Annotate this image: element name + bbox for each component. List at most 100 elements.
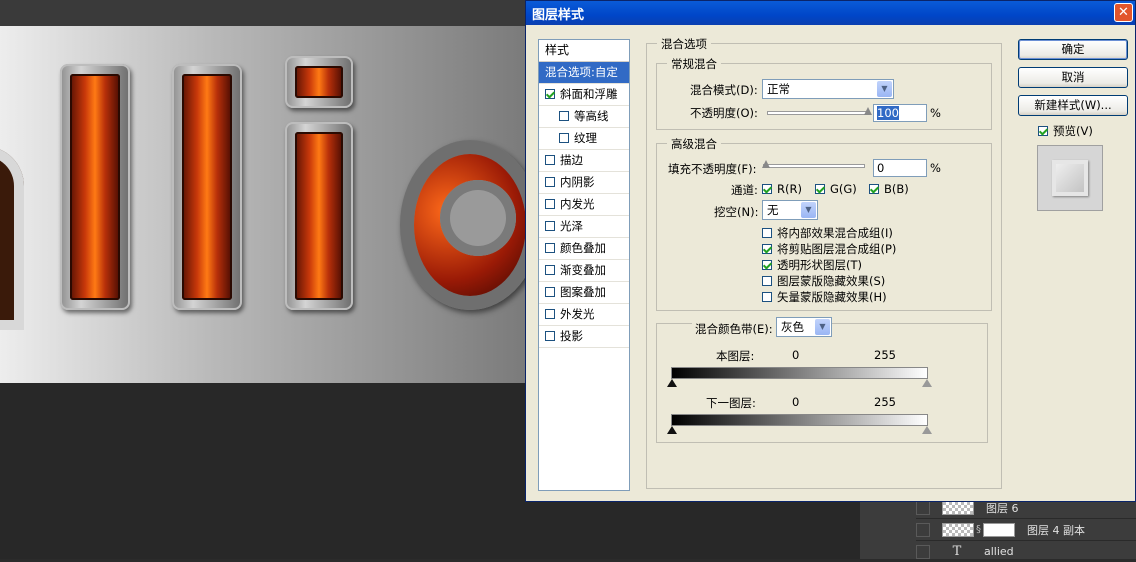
underlying-layer-white-slider[interactable]: [922, 426, 932, 434]
fill-opacity-slider[interactable]: [762, 160, 865, 168]
dialog-titlebar[interactable]: 图层样式 ✕: [526, 1, 1135, 25]
checkbox[interactable]: [869, 183, 879, 194]
checkbox[interactable]: [762, 275, 772, 286]
layer-style-dialog: 图层样式 ✕ 样式 混合选项:自定 斜面和浮雕 等高线 纹理 描边 内阴影 内发…: [525, 0, 1136, 502]
visibility-icon[interactable]: [916, 522, 930, 537]
knockout-value: 无: [767, 203, 779, 217]
style-item-inner-shadow[interactable]: 内阴影: [539, 172, 629, 194]
style-item-label: 内阴影: [560, 175, 595, 189]
chevron-down-icon[interactable]: ▼: [815, 319, 830, 335]
underlying-layer-label: 下一图层:: [706, 396, 756, 410]
style-item-label: 光泽: [560, 219, 583, 233]
fill-opacity-input[interactable]: 0: [873, 159, 927, 177]
layers-panel: 图层 6 § 图层 4 副本 T allied: [860, 496, 1136, 559]
blend-if-value: 灰色: [781, 320, 804, 334]
style-item-pattern-overlay[interactable]: 图案叠加: [539, 282, 629, 304]
channel-r[interactable]: R(R): [762, 182, 802, 196]
chevron-down-icon[interactable]: ▼: [877, 81, 892, 97]
style-item-blending-options[interactable]: 混合选项:自定: [539, 62, 629, 84]
checkbox[interactable]: [1038, 125, 1048, 136]
style-item-outer-glow[interactable]: 外发光: [539, 304, 629, 326]
preview-toggle[interactable]: 预览(V): [1038, 123, 1093, 139]
chevron-down-icon[interactable]: ▼: [801, 202, 816, 218]
checkbox[interactable]: [545, 88, 555, 99]
style-item-label: 斜面和浮雕: [560, 87, 618, 101]
blend-mode-select[interactable]: 正常 ▼: [762, 79, 894, 99]
channel-g-label: G(G): [830, 182, 857, 196]
checkbox[interactable]: [815, 183, 825, 194]
group-title: 混合选项: [657, 36, 711, 52]
this-layer-black-slider[interactable]: [667, 379, 677, 387]
channel-g[interactable]: G(G): [815, 182, 857, 196]
slider-thumb[interactable]: [762, 160, 770, 170]
style-item-gradient-overlay[interactable]: 渐变叠加: [539, 260, 629, 282]
cancel-button[interactable]: 取消: [1018, 67, 1128, 88]
channel-r-label: R(R): [777, 182, 802, 196]
new-style-button[interactable]: 新建样式(W)...: [1018, 95, 1128, 116]
checkbox[interactable]: [545, 286, 555, 297]
checkbox[interactable]: [545, 308, 555, 319]
style-preview: [1037, 145, 1103, 211]
checkbox[interactable]: [545, 198, 555, 209]
checkbox[interactable]: [545, 176, 555, 187]
style-item-satin[interactable]: 光泽: [539, 216, 629, 238]
checkbox[interactable]: [545, 242, 555, 253]
ok-button[interactable]: 确定: [1018, 39, 1128, 60]
underlying-layer-min: 0: [792, 395, 800, 409]
this-layer-white-slider[interactable]: [922, 379, 932, 387]
group-title: 高级混合: [667, 136, 721, 152]
option-blend-clipped[interactable]: 将剪贴图层混合成组(P): [762, 241, 896, 257]
group-title: 常规混合: [667, 56, 721, 72]
option-transparency-shapes[interactable]: 透明形状图层(T): [762, 257, 862, 273]
style-item-inner-glow[interactable]: 内发光: [539, 194, 629, 216]
percent-label: %: [930, 161, 941, 175]
option-label: 将剪贴图层混合成组(P): [777, 242, 897, 256]
checkbox[interactable]: [545, 330, 555, 341]
checkbox[interactable]: [762, 183, 772, 194]
checkbox[interactable]: [762, 227, 772, 238]
underlying-layer-max: 255: [874, 395, 896, 409]
checkbox[interactable]: [545, 264, 555, 275]
style-item-label: 投影: [560, 329, 583, 343]
option-layer-mask-hides[interactable]: 图层蒙版隐藏效果(S): [762, 273, 885, 289]
checkbox[interactable]: [559, 110, 569, 121]
opacity-input[interactable]: 100: [873, 104, 927, 122]
style-list-header[interactable]: 样式: [539, 40, 629, 62]
artwork-letter-l1: [60, 64, 130, 310]
option-blend-interior[interactable]: 将内部效果混合成组(I): [762, 225, 893, 241]
style-item-texture[interactable]: 纹理: [539, 128, 629, 150]
visibility-icon[interactable]: [916, 544, 930, 559]
style-item-drop-shadow[interactable]: 投影: [539, 326, 629, 348]
checkbox[interactable]: [762, 259, 772, 270]
underlying-layer-black-slider[interactable]: [667, 426, 677, 434]
checkbox[interactable]: [545, 220, 555, 231]
close-button[interactable]: ✕: [1114, 3, 1133, 22]
blend-mode-label: 混合模式(D):: [690, 83, 758, 97]
style-item-contour[interactable]: 等高线: [539, 106, 629, 128]
channel-b[interactable]: B(B): [869, 182, 909, 196]
fill-opacity-label: 填充不透明度(F):: [668, 162, 757, 176]
style-item-label: 外发光: [560, 307, 595, 321]
artwork-letter-i-dot: [285, 56, 353, 108]
visibility-icon[interactable]: [916, 500, 930, 515]
style-item-stroke[interactable]: 描边: [539, 150, 629, 172]
style-item-label: 混合选项:自定: [545, 65, 618, 79]
option-label: 图层蒙版隐藏效果(S): [777, 274, 886, 288]
layer-row[interactable]: § 图层 4 副本: [916, 518, 1136, 540]
style-item-color-overlay[interactable]: 颜色叠加: [539, 238, 629, 260]
preview-swatch: [1052, 160, 1088, 196]
checkbox[interactable]: [545, 154, 555, 165]
opacity-slider[interactable]: [767, 107, 872, 115]
layer-name: allied: [984, 545, 1014, 558]
slider-thumb[interactable]: [864, 107, 872, 117]
dialog-title: 图层样式: [532, 8, 585, 23]
option-vector-mask-hides[interactable]: 矢量蒙版隐藏效果(H): [762, 289, 887, 305]
blend-if-select[interactable]: 灰色 ▼: [776, 317, 832, 337]
checkbox[interactable]: [762, 243, 772, 254]
style-item-bevel-emboss[interactable]: 斜面和浮雕: [539, 84, 629, 106]
knockout-select[interactable]: 无 ▼: [762, 200, 818, 220]
checkbox[interactable]: [762, 291, 772, 302]
style-item-label: 内发光: [560, 197, 595, 211]
checkbox[interactable]: [559, 132, 569, 143]
document-canvas[interactable]: [0, 26, 530, 383]
